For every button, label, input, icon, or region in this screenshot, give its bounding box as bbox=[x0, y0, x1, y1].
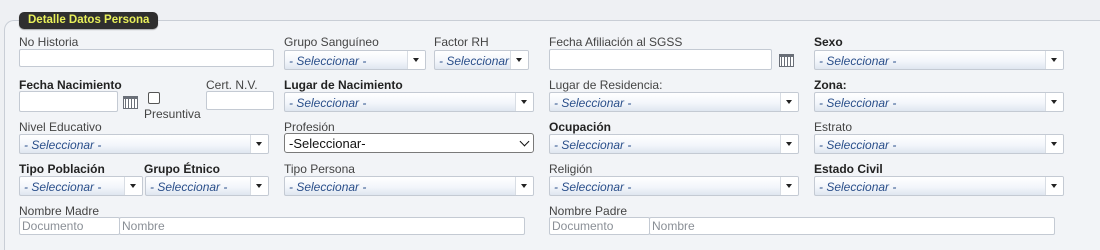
lugar-nacimiento-value: - Seleccionar - bbox=[289, 96, 367, 110]
religion-value: - Seleccionar - bbox=[554, 180, 632, 194]
zona-select[interactable]: - Seleccionar - bbox=[814, 92, 1064, 112]
padre-nombre-input[interactable]: Nombre bbox=[649, 217, 1055, 235]
triangle-down-icon bbox=[780, 177, 798, 195]
triangle-down-icon bbox=[250, 135, 268, 153]
chevron-down-icon bbox=[519, 136, 530, 147]
nombre-placeholder: Nombre bbox=[122, 219, 165, 233]
triangle-down-icon bbox=[407, 51, 425, 69]
lugar-residencia-select[interactable]: - Seleccionar - bbox=[549, 92, 799, 112]
triangle-down-icon bbox=[780, 93, 798, 111]
madre-nombre-input[interactable]: Nombre bbox=[119, 217, 525, 235]
triangle-down-icon bbox=[1045, 177, 1063, 195]
fecha-afiliacion-input[interactable] bbox=[549, 49, 772, 70]
triangle-down-icon bbox=[124, 177, 142, 195]
label-ocupacion: Ocupación bbox=[549, 120, 612, 134]
estado-civil-select[interactable]: - Seleccionar - bbox=[814, 176, 1064, 196]
estrato-value: - Seleccionar - bbox=[819, 138, 897, 152]
documento-placeholder: Documento bbox=[22, 219, 84, 233]
grupo-etnico-select[interactable]: - Seleccionar - bbox=[145, 176, 269, 196]
triangle-down-icon bbox=[510, 51, 528, 69]
ocupacion-value: - Seleccionar - bbox=[554, 138, 632, 152]
label-nombre-padre: Nombre Padre bbox=[549, 204, 628, 218]
triangle-down-icon bbox=[1045, 93, 1063, 111]
label-presuntiva: Presuntiva bbox=[144, 107, 201, 121]
sexo-value: - Seleccionar - bbox=[819, 54, 897, 68]
factor-rh-select[interactable]: - Seleccionar - bbox=[434, 50, 529, 70]
factor-rh-value: - Seleccionar - bbox=[439, 54, 517, 68]
label-estado-civil: Estado Civil bbox=[814, 162, 883, 176]
label-no-historia: No Historia bbox=[19, 35, 79, 49]
lugar-residencia-value: - Seleccionar - bbox=[554, 96, 632, 110]
estrato-select[interactable]: - Seleccionar - bbox=[814, 134, 1064, 154]
label-lugar-nacimiento: Lugar de Nacimiento bbox=[284, 78, 403, 92]
triangle-down-icon bbox=[515, 93, 533, 111]
nombre-placeholder: Nombre bbox=[652, 219, 695, 233]
padre-documento-input[interactable]: Documento bbox=[549, 217, 650, 235]
lugar-nacimiento-select[interactable]: - Seleccionar - bbox=[284, 92, 534, 112]
grupo-etnico-value: - Seleccionar - bbox=[150, 180, 228, 194]
profesion-value: -Seleccionar- bbox=[289, 136, 366, 151]
tipo-poblacion-select[interactable]: - Seleccionar - bbox=[19, 176, 143, 196]
label-tipo-persona: Tipo Persona bbox=[284, 162, 355, 176]
triangle-down-icon bbox=[780, 135, 798, 153]
label-nivel-educativo: Nivel Educativo bbox=[19, 120, 102, 134]
tipo-persona-value: - Seleccionar - bbox=[289, 180, 367, 194]
triangle-down-icon bbox=[1045, 135, 1063, 153]
calendar-icon[interactable] bbox=[779, 54, 794, 67]
label-lugar-residencia: Lugar de Residencia: bbox=[549, 78, 663, 92]
triangle-down-icon bbox=[515, 177, 533, 195]
grupo-sanguineo-select[interactable]: - Seleccionar - bbox=[284, 50, 426, 70]
grupo-sanguineo-value: - Seleccionar - bbox=[289, 54, 367, 68]
label-religion: Religión bbox=[549, 162, 593, 176]
fecha-nacimiento-input[interactable] bbox=[19, 91, 118, 112]
nivel-educativo-select[interactable]: - Seleccionar - bbox=[19, 134, 269, 154]
label-grupo-sanguineo: Grupo Sanguíneo bbox=[284, 35, 379, 49]
documento-placeholder: Documento bbox=[552, 219, 614, 233]
sexo-select[interactable]: - Seleccionar - bbox=[814, 50, 1064, 70]
triangle-down-icon bbox=[1045, 51, 1063, 69]
label-estrato: Estrato bbox=[814, 120, 853, 134]
label-tipo-poblacion: Tipo Población bbox=[19, 162, 105, 176]
zona-value: - Seleccionar - bbox=[819, 96, 897, 110]
panel-legend: Detalle Datos Persona bbox=[19, 12, 159, 29]
presuntiva-checkbox[interactable] bbox=[148, 92, 160, 104]
madre-documento-input[interactable]: Documento bbox=[19, 217, 120, 235]
label-cert-nv: Cert. N.V. bbox=[206, 78, 258, 92]
label-factor-rh: Factor RH bbox=[434, 35, 489, 49]
ocupacion-select[interactable]: - Seleccionar - bbox=[549, 134, 799, 154]
label-fecha-nacimiento: Fecha Nacimiento bbox=[19, 78, 122, 92]
tipo-persona-select[interactable]: - Seleccionar - bbox=[284, 176, 534, 196]
label-zona: Zona: bbox=[814, 78, 847, 92]
tipo-poblacion-value: - Seleccionar - bbox=[24, 180, 102, 194]
label-sexo: Sexo bbox=[814, 35, 843, 49]
calendar-icon[interactable] bbox=[123, 96, 138, 109]
estado-civil-value: - Seleccionar - bbox=[819, 180, 897, 194]
label-fecha-afiliacion: Fecha Afiliación al SGSS bbox=[549, 35, 683, 49]
label-nombre-madre: Nombre Madre bbox=[19, 204, 100, 218]
profesion-select[interactable]: -Seleccionar- bbox=[284, 133, 534, 153]
label-profesion: Profesión bbox=[284, 120, 335, 134]
no-historia-input[interactable] bbox=[19, 49, 274, 67]
label-grupo-etnico: Grupo Étnico bbox=[144, 162, 220, 176]
religion-select[interactable]: - Seleccionar - bbox=[549, 176, 799, 196]
cert-nv-input[interactable] bbox=[206, 91, 274, 110]
nivel-educativo-value: - Seleccionar - bbox=[24, 138, 102, 152]
triangle-down-icon bbox=[250, 177, 268, 195]
